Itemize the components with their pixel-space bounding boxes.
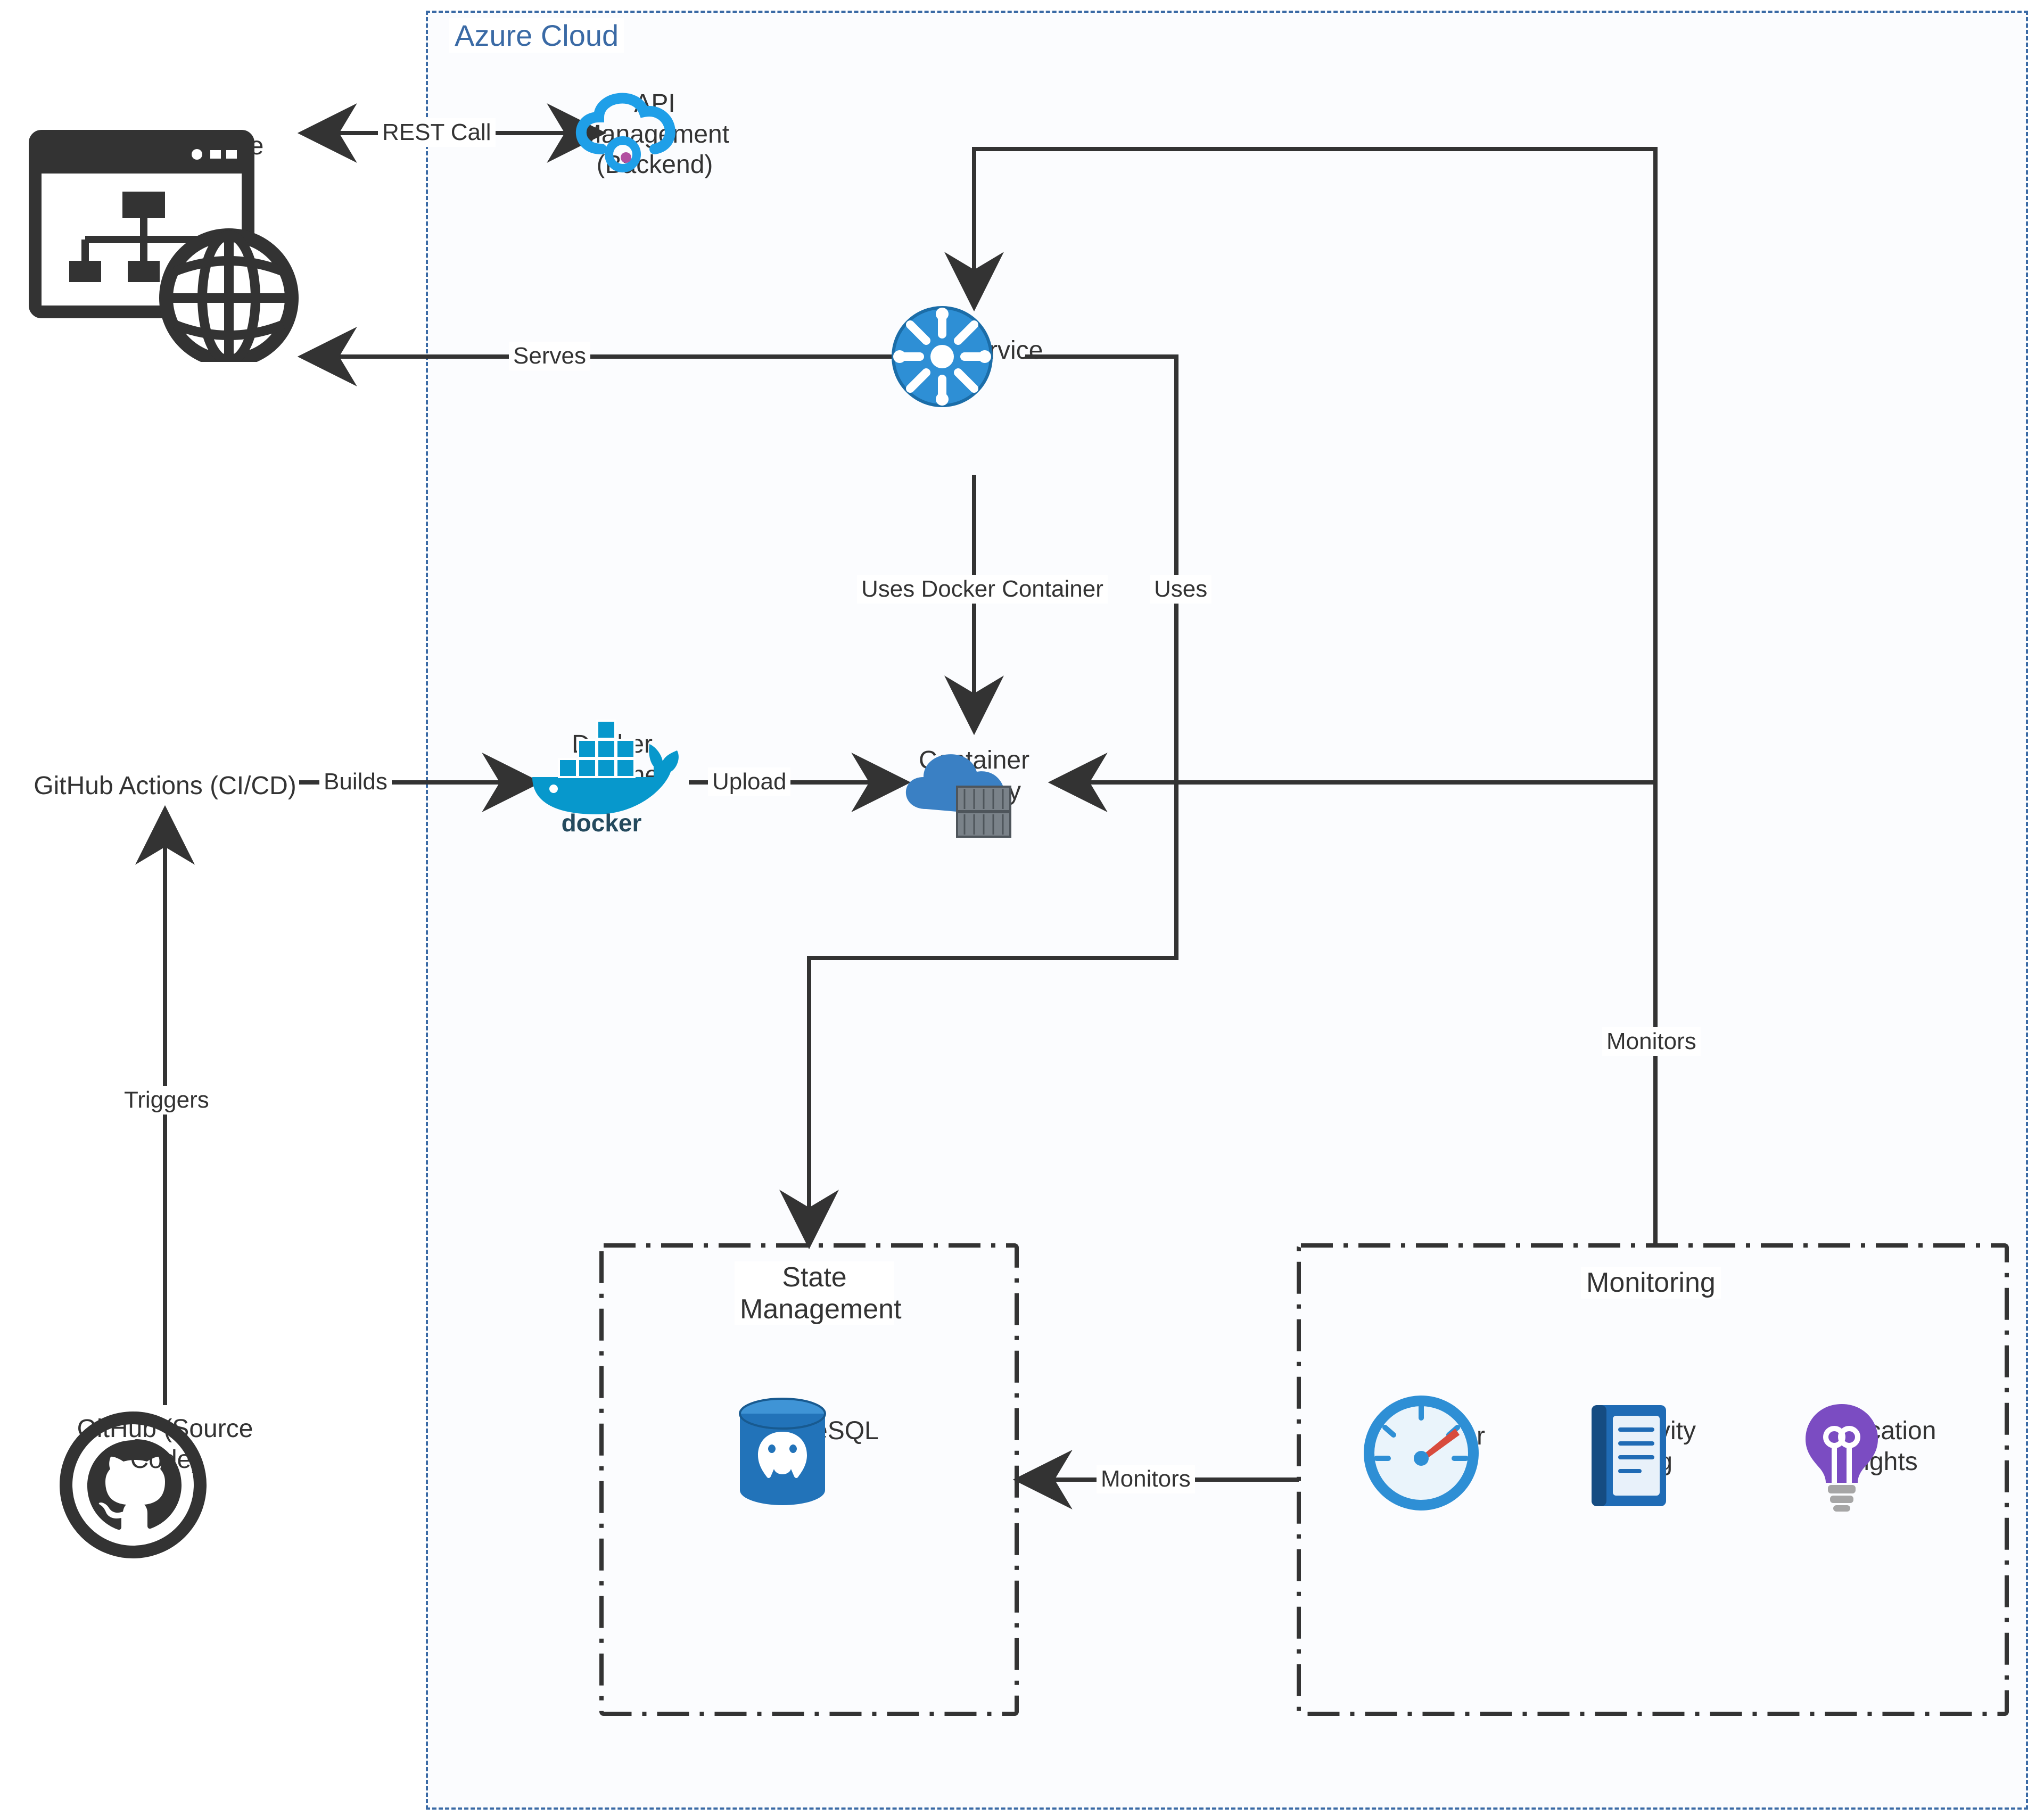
edge-monitors-registry [1054, 782, 1655, 1245]
node-monitor: Monitor [1363, 1394, 1522, 1452]
node-app-service: App Service [889, 303, 1059, 366]
node-app-insights: Application Insights [1789, 1394, 1959, 1477]
edge-label-builds: Builds [319, 767, 392, 796]
diagram-canvas: Azure Cloud REST Call [0, 0, 2044, 1816]
edge-monitors-appsvc [974, 149, 1655, 1245]
node-activity-log: Activity log [1576, 1394, 1735, 1477]
edge-label-monitors-appsvc: Monitors [1602, 1027, 1701, 1056]
node-github-actions: GitHub Actions (CI/CD) [21, 767, 309, 802]
edge-label-uses: Uses [1150, 575, 1211, 604]
node-mendix-website: Mendix Website [27, 128, 319, 162]
edge-label-usesdocker: Uses Docker Container [857, 575, 1108, 604]
edge-label-rest: REST Call [378, 118, 496, 147]
group-monitoring-title: Monitoring [1581, 1267, 1721, 1299]
ghactions-label: GitHub Actions (CI/CD) [21, 771, 309, 802]
edge-label-triggers: Triggers [120, 1086, 213, 1115]
group-state-title: State Management [735, 1261, 894, 1325]
edge-label-upload: Upload [708, 767, 790, 796]
node-github-source: GitHub (Source Code) [59, 1410, 271, 1475]
edge-label-monitors-state: Monitors [1097, 1465, 1195, 1493]
node-docker: docker Docker Container [522, 708, 703, 790]
node-postgresql: PostgreSQL [729, 1394, 889, 1447]
node-api-management: API Management (Backend) [564, 85, 745, 180]
edge-label-serves: Serves [509, 342, 590, 370]
node-container-registry: Container Registry [894, 729, 1054, 806]
edges-svg [0, 0, 2044, 1816]
svg-text:docker: docker [562, 809, 642, 836]
